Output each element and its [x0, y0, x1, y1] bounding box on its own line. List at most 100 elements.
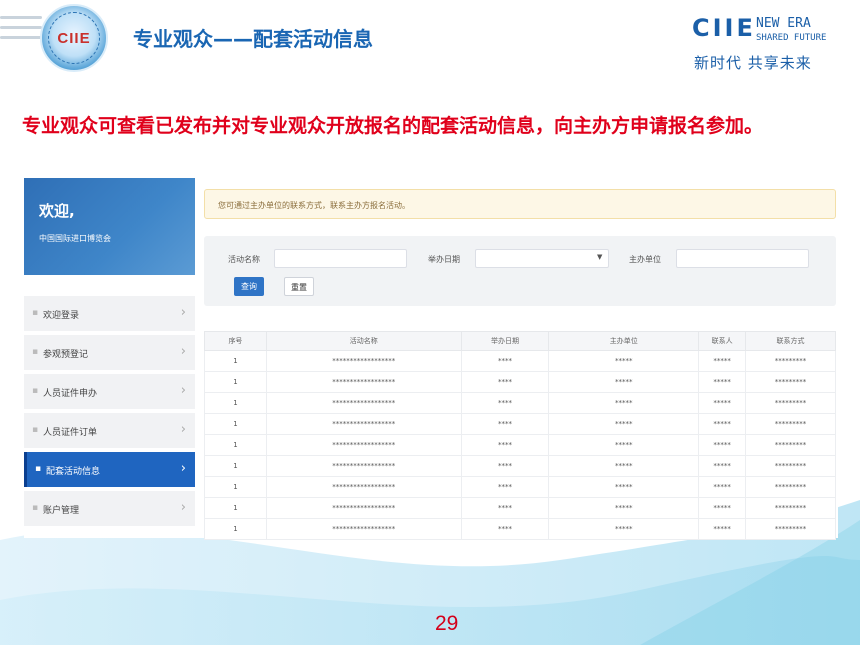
cell-organizer: ***** — [548, 434, 700, 456]
cell-contact-person: ***** — [698, 413, 747, 435]
bullet-icon: ▪ — [32, 347, 39, 357]
cell-index: 1 — [204, 497, 267, 519]
cell-activity-name: ****************** — [265, 434, 462, 456]
cell-index: 1 — [204, 476, 267, 498]
cell-date: **** — [460, 434, 550, 456]
cell-organizer: ***** — [548, 350, 700, 372]
cell-contact-info: ********* — [745, 413, 836, 435]
brand-name: CIIE — [692, 14, 756, 42]
chevron-right-icon: › — [180, 383, 186, 398]
activity-name-input[interactable] — [274, 249, 407, 268]
cell-activity-name: ****************** — [265, 392, 462, 414]
cell-activity-name: ****************** — [265, 518, 462, 540]
headline: 专业观众可查看已发布并对专业观众开放报名的配套活动信息，向主办方申请报名参加。 — [22, 115, 764, 137]
sidebar-item-badge-orders[interactable]: ▪ 人员证件订单 › — [24, 413, 195, 448]
chevron-right-icon: › — [180, 422, 186, 437]
col-contact-person-header: 联系人 — [698, 331, 747, 351]
events-table: 序号 活动名称 举办日期 主办单位 联系人 联系方式 1 ***********… — [204, 331, 836, 540]
table-row[interactable]: 1 ****************** **** ***** ***** **… — [204, 434, 836, 456]
table-row[interactable]: 1 ****************** **** ***** ***** **… — [204, 371, 836, 393]
menu-lines-icon — [0, 16, 42, 56]
cell-index: 1 — [204, 392, 267, 414]
table-row[interactable]: 1 ****************** **** ***** ***** **… — [204, 455, 836, 477]
cell-organizer: ***** — [548, 413, 700, 435]
cell-contact-info: ********* — [745, 371, 836, 393]
col-organizer-header: 主办单位 — [548, 331, 700, 351]
sidebar-item-label: 人员证件申办 — [43, 389, 98, 399]
brand-slogan: 新时代 共享未来 — [694, 54, 812, 72]
cell-date: **** — [460, 455, 550, 477]
cell-contact-person: ***** — [698, 350, 747, 372]
cell-contact-person: ***** — [698, 518, 747, 540]
table-row[interactable]: 1 ****************** **** ***** ***** **… — [204, 497, 836, 519]
cell-date: **** — [460, 413, 550, 435]
sidebar-item-label: 参观预登记 — [43, 350, 89, 360]
cell-organizer: ***** — [548, 497, 700, 519]
sidebar-item-account[interactable]: ▪ 账户管理 › — [24, 491, 195, 526]
app-screenshot: 欢迎, 中国国际进口博览会 ▪ 欢迎登录 › ▪ 参观预登记 › ▪ 人员证件申… — [24, 176, 838, 540]
cell-activity-name: ****************** — [265, 350, 462, 372]
cell-activity-name: ****************** — [265, 413, 462, 435]
search-button[interactable]: 查询 — [234, 277, 264, 296]
table-row[interactable]: 1 ****************** **** ***** ***** **… — [204, 476, 836, 498]
cell-contact-info: ********* — [745, 392, 836, 414]
brand-tag-shared-future: SHARED FUTURE — [756, 33, 827, 43]
sidebar-item-welcome-login[interactable]: ▪ 欢迎登录 › — [24, 296, 195, 331]
cell-contact-info: ********* — [745, 497, 836, 519]
organizer-label: 主办单位 — [629, 255, 661, 264]
cell-organizer: ***** — [548, 371, 700, 393]
cell-activity-name: ****************** — [265, 455, 462, 477]
cell-date: **** — [460, 497, 550, 519]
cell-activity-name: ****************** — [265, 476, 462, 498]
cell-activity-name: ****************** — [265, 497, 462, 519]
cell-contact-info: ********* — [745, 434, 836, 456]
bullet-icon: ▪ — [32, 308, 39, 318]
sidebar-item-visitor-preregistration[interactable]: ▪ 参观预登记 › — [24, 335, 195, 370]
cell-index: 1 — [204, 455, 267, 477]
welcome-panel: 欢迎, 中国国际进口博览会 — [24, 178, 195, 275]
bullet-icon: ▪ — [35, 464, 42, 474]
sidebar-item-badge-application[interactable]: ▪ 人员证件申办 › — [24, 374, 195, 409]
cell-contact-info: ********* — [745, 476, 836, 498]
reset-button[interactable]: 重置 — [284, 277, 314, 296]
table-header-row: 序号 活动名称 举办日期 主办单位 联系人 联系方式 — [204, 331, 836, 351]
cell-date: **** — [460, 371, 550, 393]
sidebar-item-label: 账户管理 — [43, 506, 80, 516]
welcome-org: 中国国际进口博览会 — [39, 234, 111, 243]
ciie-logo: CIIE — [40, 4, 108, 72]
cell-organizer: ***** — [548, 476, 700, 498]
cell-organizer: ***** — [548, 392, 700, 414]
chevron-right-icon: › — [180, 344, 186, 359]
table-row[interactable]: 1 ****************** **** ***** ***** **… — [204, 518, 836, 540]
cell-contact-info: ********* — [745, 350, 836, 372]
cell-date: **** — [460, 392, 550, 414]
cell-contact-person: ***** — [698, 392, 747, 414]
chevron-right-icon: › — [180, 461, 186, 476]
brand-tag-new-era: NEW ERA — [756, 16, 811, 31]
caret-down-icon: ▼ — [597, 253, 603, 261]
cell-index: 1 — [204, 371, 267, 393]
cell-contact-info: ********* — [745, 518, 836, 540]
sidebar-item-label: 配套活动信息 — [46, 467, 101, 477]
cell-index: 1 — [204, 434, 267, 456]
filter-panel: 活动名称 举办日期 ▼ 主办单位 查询 重置 — [204, 236, 836, 306]
sidebar-item-label: 欢迎登录 — [43, 311, 80, 321]
sidebar-item-supporting-events[interactable]: ▪ 配套活动信息 › — [24, 452, 195, 487]
bullet-icon: ▪ — [32, 386, 39, 396]
notice-banner: 您可通过主办单位的联系方式，联系主办方报名活动。 — [204, 189, 836, 219]
cell-index: 1 — [204, 518, 267, 540]
ciie-brand: CIIE NEW ERA SHARED FUTURE 新时代 共享未来 — [692, 14, 826, 72]
organizer-input[interactable] — [676, 249, 809, 268]
col-date-header: 举办日期 — [460, 331, 550, 351]
date-select[interactable] — [475, 249, 609, 268]
table-row[interactable]: 1 ****************** **** ***** ***** **… — [204, 350, 836, 372]
cell-date: **** — [460, 476, 550, 498]
chevron-right-icon: › — [180, 305, 186, 320]
bullet-icon: ▪ — [32, 503, 39, 513]
col-activity-name-header: 活动名称 — [265, 331, 462, 351]
table-row[interactable]: 1 ****************** **** ***** ***** **… — [204, 392, 836, 414]
col-index-header: 序号 — [204, 331, 267, 351]
table-row[interactable]: 1 ****************** **** ***** ***** **… — [204, 413, 836, 435]
cell-contact-person: ***** — [698, 476, 747, 498]
cell-contact-person: ***** — [698, 434, 747, 456]
